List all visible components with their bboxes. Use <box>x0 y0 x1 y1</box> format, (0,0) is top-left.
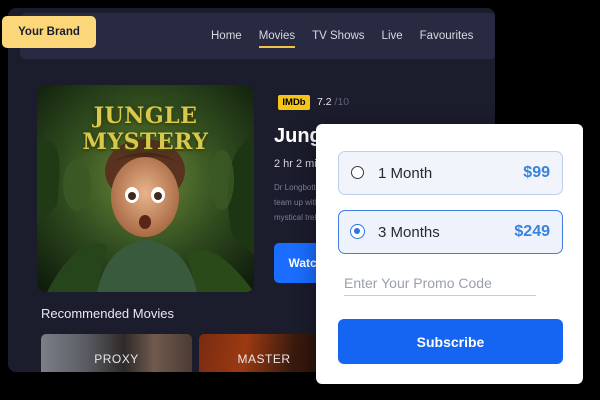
plan-radio-button-selected[interactable] <box>350 224 365 239</box>
poster-title-art: JUNGLE MYSTERY <box>82 103 209 155</box>
recommended-heading: Recommended Movies <box>41 306 174 321</box>
nav-item-movies[interactable]: Movies <box>258 26 296 48</box>
imdb-rating: 7.2 /10 <box>317 96 349 108</box>
recommended-movie-card[interactable]: MASTER <box>199 334 329 372</box>
plan-name: 3 Months <box>378 223 440 241</box>
featured-movie-poster[interactable]: JUNGLE MYSTERY <box>37 85 254 292</box>
plan-option-3-months[interactable]: 3 Months $249 <box>338 210 563 254</box>
nav-item-home[interactable]: Home <box>211 26 242 46</box>
recommended-movie-title: MASTER <box>237 352 291 366</box>
subscription-popup: 1 Month $99 3 Months $249 Subscribe <box>316 124 583 384</box>
plan-name: 1 Month <box>378 164 433 182</box>
plan-option-1-month[interactable]: 1 Month $99 <box>338 151 563 195</box>
plan-price: $249 <box>514 223 550 240</box>
subscribe-button[interactable]: Subscribe <box>338 319 563 364</box>
plan-radio-button[interactable] <box>351 166 364 179</box>
rating-value: 7.2 <box>317 96 332 108</box>
rating-scale: /10 <box>334 96 350 108</box>
nav-menu: Home Movies TV Shows Live Favourites <box>211 13 490 59</box>
brand-logo[interactable]: Your Brand <box>2 16 96 48</box>
nav-item-favourites[interactable]: Favourites <box>420 26 474 46</box>
recommended-movie-title: PROXY <box>94 352 139 366</box>
nav-item-tv-shows[interactable]: TV Shows <box>312 26 364 46</box>
plan-price: $99 <box>523 164 550 181</box>
promo-code-input[interactable] <box>344 270 536 296</box>
imdb-logo: IMDb <box>278 95 310 110</box>
nav-item-live[interactable]: Live <box>382 26 403 46</box>
recommended-movie-card[interactable]: PROXY <box>41 334 192 372</box>
